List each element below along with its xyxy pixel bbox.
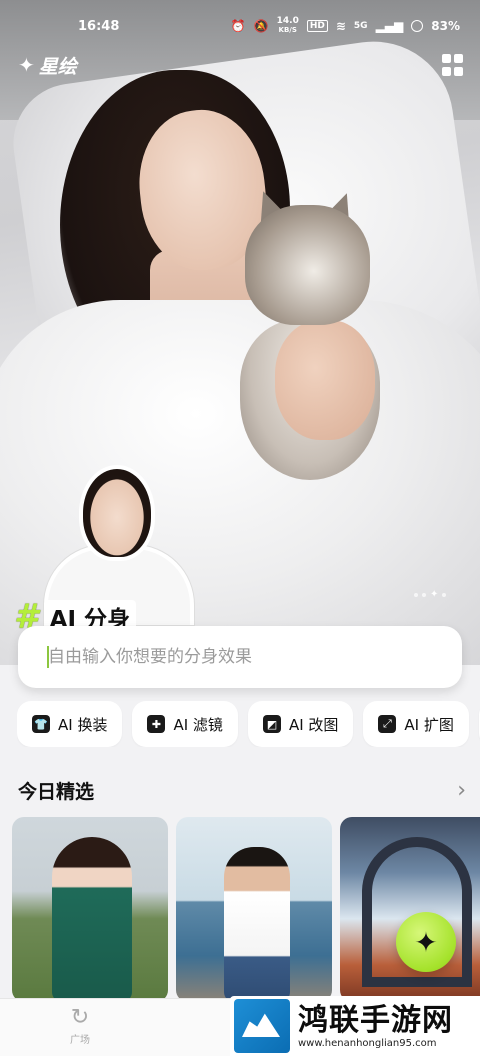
text-caret [47, 646, 49, 668]
watermark-url: www.henanhonglian95.com [298, 1037, 437, 1049]
hd-badge: HD [306, 20, 328, 32]
sparkle-icon: ✦ [18, 53, 35, 77]
signal-icon: ▂▄▆ [375, 19, 404, 33]
tool-ai-filter[interactable]: ✚ AI 滤镜 [132, 701, 238, 747]
status-icons: ⏰ 🔕 14.0 KB/S HD ≋ 5G ▂▄▆ 83% [231, 17, 460, 35]
expand-icon: ⤢ [378, 715, 397, 733]
featured-card[interactable] [340, 817, 480, 1002]
nav-label: 广场 [70, 1035, 90, 1046]
watermark-text: 鸿联手游网 www.henanhonglian95.com [298, 1002, 453, 1049]
watermark-logo [234, 999, 290, 1053]
prompt-box[interactable] [18, 626, 462, 688]
edit-image-icon: ◩ [262, 715, 281, 733]
chevron-right-icon[interactable]: › [457, 778, 466, 803]
filter-icon: ✚ [147, 715, 166, 733]
carousel-dot [414, 592, 418, 597]
grid-cell [454, 54, 463, 63]
nav-item-plaza[interactable]: ↻ 广场 [52, 1005, 108, 1046]
brand-name: 星绘 [38, 55, 77, 78]
tool-ai-outfit[interactable]: 👕 AI 换装 [17, 701, 123, 747]
tool-label: AI 换装 [58, 715, 108, 734]
featured-card[interactable] [12, 817, 168, 1002]
create-fab-button[interactable]: ✦ [396, 912, 456, 972]
tool-ai-expand[interactable]: ⤢ AI 扩图 [363, 701, 469, 747]
top-bar: ✦ 星绘 [18, 50, 464, 80]
status-time: 16:48 [78, 18, 120, 34]
net-speed-unit: KB/S [278, 26, 297, 34]
hero-banner[interactable]: # AI 分身 ✦ [0, 0, 480, 665]
carousel-dot [442, 592, 447, 597]
section-title: 今日精选 [18, 780, 95, 803]
hero-hand [275, 320, 375, 440]
tool-label: AI 滤镜 [173, 715, 223, 734]
featured-section-header: 今日精选 › [18, 775, 466, 805]
hero-cat [245, 205, 370, 325]
watermark: 鸿联手游网 www.henanhonglian95.com [230, 996, 480, 1056]
carousel-dot [422, 592, 426, 597]
signal-label: 5G [353, 21, 368, 31]
net-speed-value: 14.0 [276, 16, 299, 26]
grid-cell [454, 66, 463, 76]
watermark-name: 鸿联手游网 [298, 1002, 453, 1038]
mute-icon: 🔕 [253, 19, 269, 33]
status-bar: 16:48 ⏰ 🔕 14.0 KB/S HD ≋ 5G ▂▄▆ 83% [0, 0, 480, 52]
featured-card[interactable] [176, 817, 332, 1002]
card-person-image [224, 847, 290, 1002]
carousel-dot-active-star-icon: ✦ [430, 589, 439, 600]
card-person-image [52, 837, 132, 1002]
sparkle-icon: ✦ [414, 925, 438, 959]
tool-row: 👕 AI 换装 ✚ AI 滤镜 ◩ AI 改图 ⤢ AI 扩图 ✎ AI [17, 701, 480, 747]
featured-cards [12, 817, 480, 1002]
wifi-icon: ≋ [335, 19, 346, 33]
brand-logo[interactable]: ✦ 星绘 [18, 52, 77, 79]
net-speed: 14.0 KB/S [277, 17, 299, 35]
avatar-head [79, 465, 155, 561]
grid-cell [442, 54, 451, 63]
tool-label: AI 扩图 [404, 715, 454, 734]
battery-percent: 83% [431, 19, 460, 33]
carousel-indicator: ✦ [414, 589, 447, 600]
alarm-icon: ⏰ [230, 19, 246, 33]
grid-icon[interactable] [442, 54, 464, 76]
tool-label: AI 改图 [288, 715, 339, 734]
grid-cell [442, 66, 451, 76]
refresh-icon: ↻ [70, 1005, 90, 1030]
shirt-icon: 👕 [32, 715, 50, 733]
battery-icon [411, 20, 424, 32]
tool-ai-edit[interactable]: ◩ AI 改图 [247, 701, 354, 747]
prompt-input[interactable] [48, 647, 428, 667]
